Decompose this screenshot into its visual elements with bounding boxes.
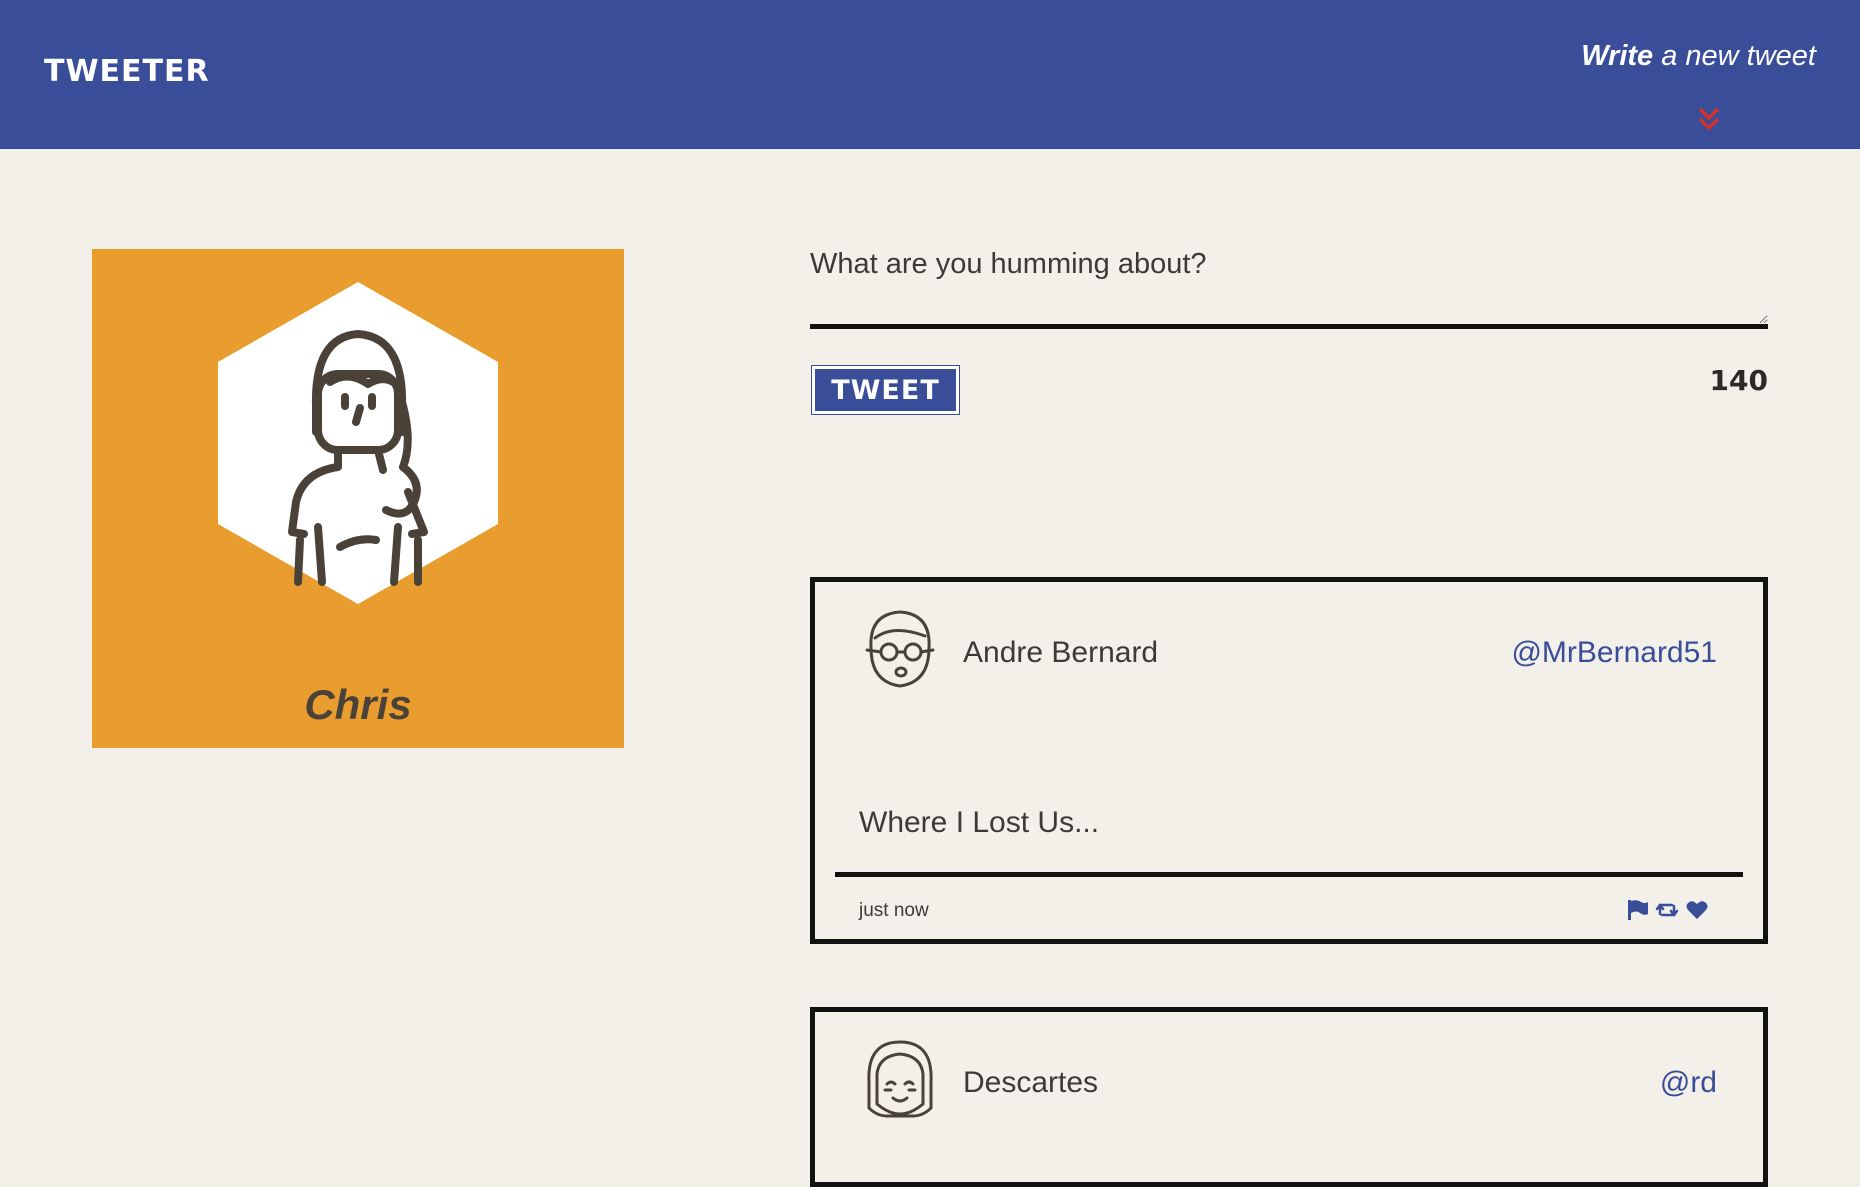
tweet-author-name: Andre Bernard [963,636,1159,669]
profile-name: Chris [304,681,412,728]
character-counter: 140 [1709,364,1768,397]
tweet-composer [810,240,1768,332]
tweet-divider [835,872,1743,877]
retweet-icon[interactable] [1655,898,1679,922]
flag-icon[interactable] [1625,898,1649,922]
compose-bold: Write [1581,40,1654,72]
tweet-card: Descartes @rd [810,1007,1768,1187]
tweet-button[interactable]: TWEET [811,365,960,415]
tweet-card: Andre Bernard @MrBernard51 Where I Lost … [810,577,1768,944]
tweet-author-name: Descartes [963,1066,1099,1099]
tweet-author-handle[interactable]: @rd [1660,1066,1717,1100]
tweet-body: Where I Lost Us... [859,806,1100,839]
tweet-author-avatar-icon [867,1040,933,1118]
compose-rest: a new tweet [1653,40,1816,72]
tweet-author-handle[interactable]: @MrBernard51 [1511,636,1717,670]
profile-card: Chris [92,249,624,748]
double-chevron-down-icon[interactable] [1694,104,1724,134]
heart-icon[interactable] [1685,898,1709,922]
tweet-timestamp: just now [859,900,929,921]
tweet-actions [1625,898,1709,922]
tweet-textarea[interactable] [810,240,1768,329]
user-avatar-icon [218,282,498,604]
brand-logo[interactable]: TWEETER [44,54,210,89]
top-nav: TWEETER Write a new tweet [0,0,1860,149]
write-new-tweet-toggle[interactable]: Write a new tweet [1581,40,1816,73]
tweet-author-avatar-icon [865,610,935,688]
